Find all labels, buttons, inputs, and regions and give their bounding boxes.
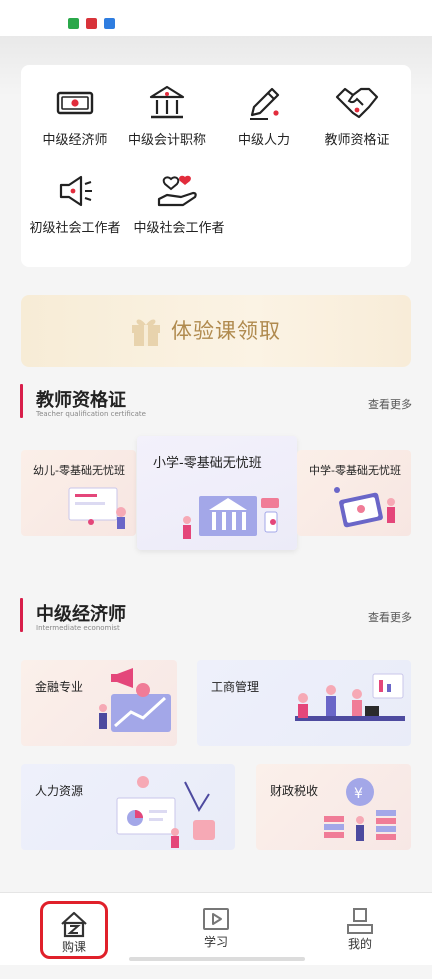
- category-label: 中级社会工作者: [133, 221, 225, 236]
- money-icon: [56, 91, 94, 115]
- hr-illustration: [116, 776, 215, 848]
- hand-hearts-icon: [157, 175, 197, 207]
- banner-label: 体验课领取: [171, 319, 281, 343]
- category-label: 中级会计职称: [127, 133, 206, 148]
- course-title: 小学-零基础无忧班: [153, 456, 262, 471]
- category-label: 中级人力: [237, 133, 290, 148]
- section-subtitle: Teacher qualification certificate: [36, 410, 146, 418]
- course-title: 中学-零基础无忧班: [309, 464, 401, 477]
- bank-icon: [149, 85, 185, 119]
- course-title: 财政税收: [270, 784, 319, 798]
- course-card-finance[interactable]: 金融专业: [21, 660, 177, 746]
- category-item-mid-social[interactable]: 中级社会工作者: [125, 171, 233, 251]
- course-card-primary[interactable]: 小学-零基础无忧班: [137, 436, 297, 550]
- course-card-finance-tax[interactable]: 财政税收 ¥: [256, 764, 411, 850]
- megaphone-icon: [59, 175, 92, 207]
- tablet-illustration: [334, 487, 395, 528]
- app-green-icon: [68, 18, 79, 29]
- view-more-link[interactable]: 查看更多: [368, 609, 412, 625]
- section-subtitle: Intermediate economist: [36, 624, 120, 632]
- course-title: 工商管理: [211, 680, 260, 694]
- app-blue-icon: [104, 18, 115, 29]
- section-title: 中级经济师: [36, 604, 126, 625]
- finance-illustration: [99, 668, 171, 732]
- course-title: 幼儿-零基础无忧班: [33, 464, 125, 477]
- tab-label: 我的: [347, 937, 372, 951]
- tab-label: 购课: [61, 940, 86, 954]
- tax-illustration: ¥: [324, 778, 396, 841]
- play-icon: [203, 908, 229, 930]
- cart-z-icon: [61, 911, 87, 938]
- section-accent-bar: [20, 598, 23, 632]
- person-icon: [347, 908, 373, 934]
- course-card-middle[interactable]: 中学-零基础无忧班: [297, 450, 411, 536]
- category-label: 教师资格证: [324, 133, 390, 148]
- tab-buy-courses[interactable]: 购课: [40, 901, 108, 959]
- meeting-illustration: [295, 673, 405, 721]
- gift-icon: [132, 319, 160, 346]
- tab-label: 学习: [203, 935, 228, 949]
- teacher-illustration: [68, 487, 126, 529]
- tab-mine[interactable]: 我的: [310, 907, 410, 979]
- course-title: 人力资源: [35, 784, 84, 798]
- svg-text:¥: ¥: [354, 786, 363, 802]
- category-label: 初级社会工作者: [29, 221, 121, 236]
- section-accent-bar: [20, 384, 23, 418]
- course-card-human-resources[interactable]: 人力资源: [21, 764, 235, 850]
- pencil-icon: [250, 87, 280, 120]
- home-indicator: [129, 957, 305, 961]
- trial-lesson-banner[interactable]: 体验课领取: [21, 295, 411, 367]
- course-title: 金融专业: [35, 680, 84, 694]
- course-card-business-admin[interactable]: 工商管理: [197, 660, 411, 746]
- category-item-accounting[interactable]: 中级会计职称: [113, 83, 221, 163]
- app-red-icon: [86, 18, 97, 29]
- category-grid: 中级经济师 中级会计职称 中级人力 教师资格证 初级社会工作者 中级社会工作者: [21, 65, 411, 267]
- category-item-hr[interactable]: 中级人力: [210, 83, 318, 163]
- section-title: 教师资格证: [36, 390, 126, 411]
- status-bar: [0, 0, 432, 36]
- course-card-kindergarten[interactable]: 幼儿-零基础无忧班: [21, 450, 136, 536]
- bottom-tab-bar: 购课 学习 我的: [0, 892, 432, 965]
- category-item-teacher[interactable]: 教师资格证: [303, 83, 411, 163]
- view-more-link[interactable]: 查看更多: [368, 396, 412, 412]
- tab-study[interactable]: 学习: [166, 907, 266, 979]
- school-illustration: [183, 496, 279, 539]
- handshake-icon: [335, 87, 379, 119]
- category-item-junior-social[interactable]: 初级社会工作者: [21, 171, 129, 251]
